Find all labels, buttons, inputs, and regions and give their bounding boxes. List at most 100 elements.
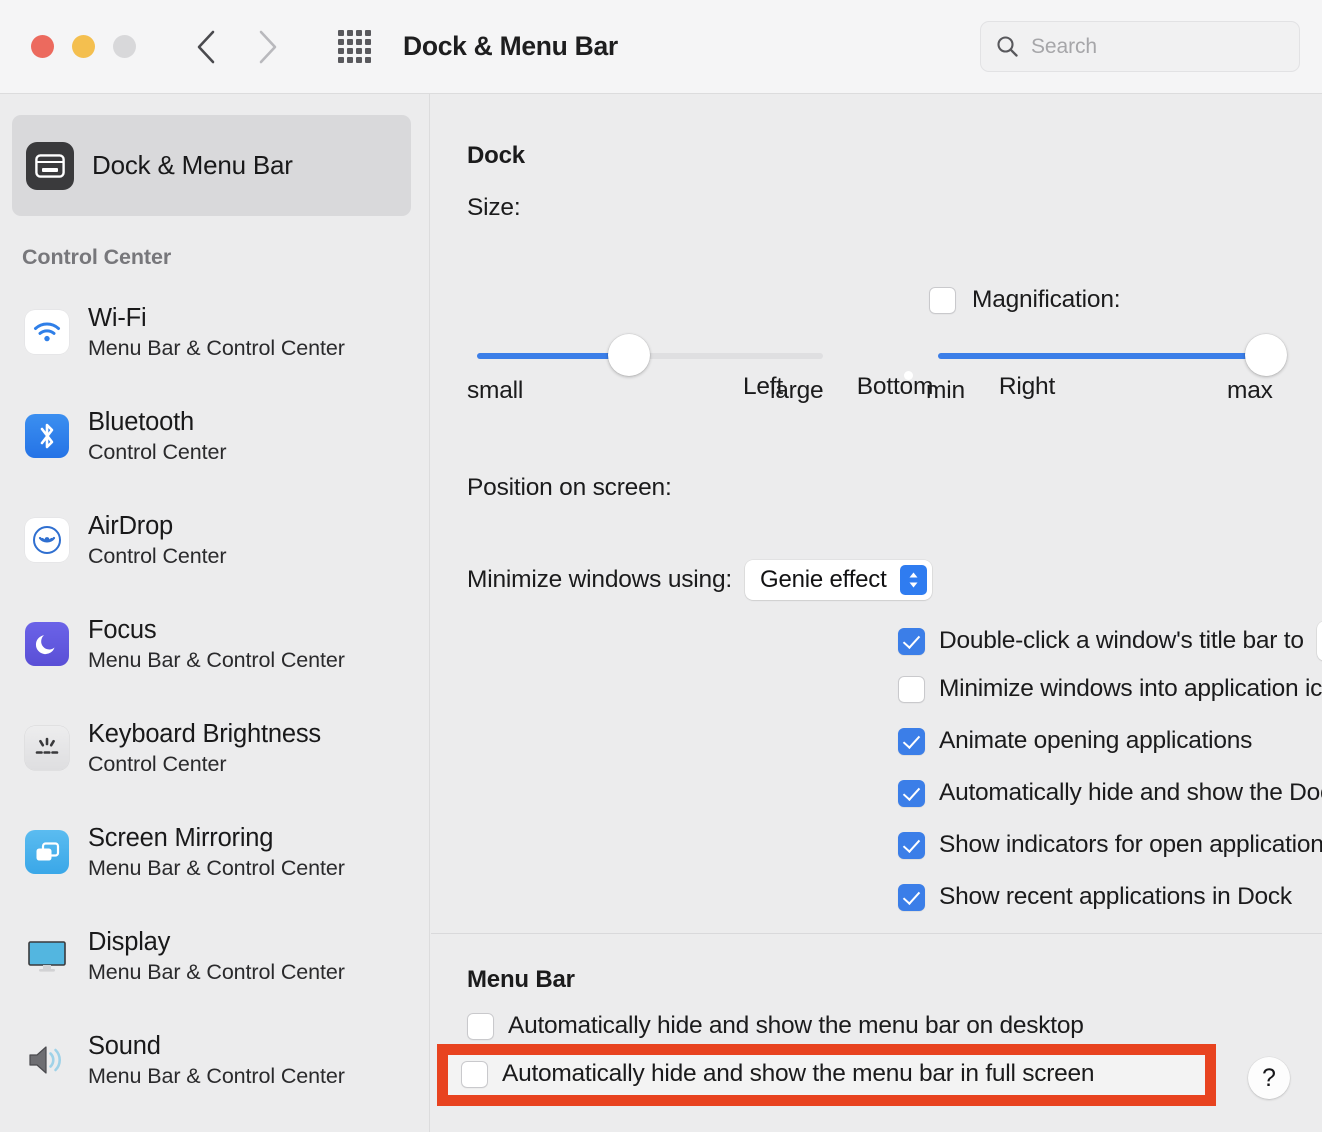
- back-button[interactable]: [193, 27, 219, 67]
- sidebar-item-dock-menu-bar[interactable]: Dock & Menu Bar: [12, 115, 411, 216]
- animate-opening-apps-checkbox[interactable]: [898, 728, 925, 755]
- show-recent-apps-checkbox[interactable]: [898, 884, 925, 911]
- dock-size-label: Size:: [467, 194, 520, 222]
- search-field[interactable]: Search: [980, 21, 1300, 72]
- sidebar-item-text: Sound Menu Bar & Control Center: [88, 1031, 345, 1089]
- wifi-icon: [25, 310, 69, 354]
- dock-size-slider-fill: [477, 353, 629, 359]
- position-label-bottom: Bottom: [835, 373, 955, 401]
- sidebar-selected-label: Dock & Menu Bar: [92, 150, 293, 181]
- double-click-action-popup-button[interactable]: zoom: [1317, 621, 1322, 661]
- sidebar-item-title: Screen Mirroring: [88, 823, 345, 853]
- sidebar-item-subtitle: Control Center: [88, 751, 321, 777]
- hide-menubar-desktop-checkbox[interactable]: [467, 1013, 494, 1040]
- screen-mirroring-icon: [25, 830, 69, 874]
- sidebar-item-title: Focus: [88, 615, 345, 645]
- system-preferences-window: Dock & Menu Bar Search Dock & Menu B: [0, 0, 1322, 1132]
- keyboard-brightness-icon: [25, 726, 69, 770]
- sidebar-item-text: Wi-Fi Menu Bar & Control Center: [88, 303, 345, 361]
- search-placeholder-text: Search: [1031, 35, 1097, 59]
- magnification-max-label: max: [1227, 377, 1273, 405]
- hide-menubar-fullscreen-label: Automatically hide and show the menu bar…: [502, 1060, 1094, 1088]
- moon-focus-icon: [25, 622, 69, 666]
- sidebar-item-text: Keyboard Brightness Control Center: [88, 719, 321, 777]
- option-double-click-title-bar[interactable]: Double-click a window's title bar to zoo…: [898, 621, 1322, 661]
- minimize-effect-label: Minimize windows using:: [467, 566, 732, 594]
- magnification-checkbox-row[interactable]: Magnification:: [929, 286, 1120, 314]
- traffic-light-group: [31, 35, 136, 58]
- airdrop-icon: [25, 518, 69, 562]
- menu-bar-section: Menu Bar Automatically hide and show the…: [431, 933, 1322, 1132]
- dock-size-min-label: small: [467, 377, 523, 405]
- minimize-into-icon-label: Minimize windows into application icon: [939, 675, 1322, 703]
- sidebar-item-subtitle: Menu Bar & Control Center: [88, 959, 345, 985]
- sidebar-item-focus[interactable]: Focus Menu Bar & Control Center: [0, 592, 429, 696]
- option-hide-menubar-desktop[interactable]: Automatically hide and show the menu bar…: [467, 1012, 1084, 1040]
- sidebar-item-airdrop[interactable]: AirDrop Control Center: [0, 488, 429, 592]
- magnification-slider-thumb[interactable]: [1245, 334, 1287, 376]
- magnification-slider-fill: [938, 353, 1266, 359]
- hide-menubar-fullscreen-checkbox[interactable]: [461, 1061, 488, 1088]
- sidebar-item-display[interactable]: Display Menu Bar & Control Center: [0, 904, 429, 1008]
- sidebar-item-text: Screen Mirroring Menu Bar & Control Cent…: [88, 823, 345, 881]
- close-button[interactable]: [31, 35, 54, 58]
- sidebar-item-subtitle: Menu Bar & Control Center: [88, 647, 345, 673]
- position-option-right[interactable]: Right: [967, 362, 1087, 401]
- auto-hide-dock-checkbox[interactable]: [898, 780, 925, 807]
- show-all-grid-icon[interactable]: [333, 32, 375, 62]
- bluetooth-icon: [25, 414, 69, 458]
- double-click-title-bar-checkbox[interactable]: [898, 628, 925, 655]
- show-indicators-label: Show indicators for open applications: [939, 831, 1322, 859]
- search-icon: [995, 34, 1020, 59]
- sidebar-item-subtitle: Menu Bar & Control Center: [88, 335, 345, 361]
- chevron-updown-icon: [900, 565, 927, 595]
- sidebar-item-text: AirDrop Control Center: [88, 511, 226, 569]
- dock-section: Dock Size: Magnification: small large: [431, 94, 1322, 933]
- sidebar-item-list: Wi-Fi Menu Bar & Control Center Bluetoot…: [0, 280, 429, 1112]
- sidebar-item-subtitle: Menu Bar & Control Center: [88, 855, 345, 881]
- menu-bar-section-title: Menu Bar: [467, 966, 575, 994]
- display-icon: [25, 934, 69, 978]
- page-title: Dock & Menu Bar: [403, 31, 618, 62]
- position-label-left: Left: [703, 373, 823, 401]
- show-recent-apps-label: Show recent applications in Dock: [939, 883, 1292, 911]
- dock-size-slider-thumb[interactable]: [608, 334, 650, 376]
- navigation-arrows: [193, 27, 281, 67]
- minimize-effect-row: Minimize windows using: Genie effect: [467, 560, 932, 600]
- sidebar-item-title: Display: [88, 927, 345, 957]
- preferences-content: Dock Size: Magnification: small large: [431, 94, 1322, 1132]
- sidebar-item-text: Display Menu Bar & Control Center: [88, 927, 345, 985]
- sidebar-item-text: Focus Menu Bar & Control Center: [88, 615, 345, 673]
- sidebar-item-subtitle: Control Center: [88, 439, 226, 465]
- position-option-bottom[interactable]: Bottom: [835, 362, 955, 401]
- position-on-screen-label: Position on screen:: [467, 474, 672, 502]
- sidebar-item-keyboard-brightness[interactable]: Keyboard Brightness Control Center: [0, 696, 429, 800]
- zoom-button[interactable]: [113, 35, 136, 58]
- minimize-effect-popup-button[interactable]: Genie effect: [745, 560, 932, 600]
- sidebar-item-screen-mirroring[interactable]: Screen Mirroring Menu Bar & Control Cent…: [0, 800, 429, 904]
- option-show-recent-apps[interactable]: Show recent applications in Dock: [898, 883, 1292, 911]
- window-toolbar: Dock & Menu Bar Search: [0, 0, 1322, 94]
- sidebar-item-sound[interactable]: Sound Menu Bar & Control Center: [0, 1008, 429, 1112]
- help-button[interactable]: ?: [1248, 1057, 1290, 1099]
- show-indicators-checkbox[interactable]: [898, 832, 925, 859]
- forward-button[interactable]: [255, 27, 281, 67]
- speaker-sound-icon: [25, 1038, 69, 1082]
- minimize-button[interactable]: [72, 35, 95, 58]
- option-hide-menubar-fullscreen[interactable]: Automatically hide and show the menu bar…: [461, 1060, 1094, 1088]
- option-auto-hide-dock[interactable]: Automatically hide and show the Dock: [898, 779, 1322, 807]
- option-animate-opening-apps[interactable]: Animate opening applications: [898, 727, 1252, 755]
- sidebar-item-bluetooth[interactable]: Bluetooth Control Center: [0, 384, 429, 488]
- dock-section-title: Dock: [467, 142, 525, 170]
- sidebar-item-title: Bluetooth: [88, 407, 226, 437]
- position-option-left[interactable]: Left: [703, 362, 823, 401]
- minimize-effect-value: Genie effect: [760, 566, 887, 594]
- sidebar: Dock & Menu Bar Control Center Wi-Fi: [0, 94, 430, 1132]
- magnification-checkbox[interactable]: [929, 287, 956, 314]
- magnification-label: Magnification:: [972, 286, 1120, 314]
- option-show-indicators[interactable]: Show indicators for open applications: [898, 831, 1322, 859]
- sidebar-item-wifi[interactable]: Wi-Fi Menu Bar & Control Center: [0, 280, 429, 384]
- minimize-into-icon-checkbox[interactable]: [898, 676, 925, 703]
- sidebar-item-text: Bluetooth Control Center: [88, 407, 226, 465]
- option-minimize-into-icon[interactable]: Minimize windows into application icon: [898, 675, 1322, 703]
